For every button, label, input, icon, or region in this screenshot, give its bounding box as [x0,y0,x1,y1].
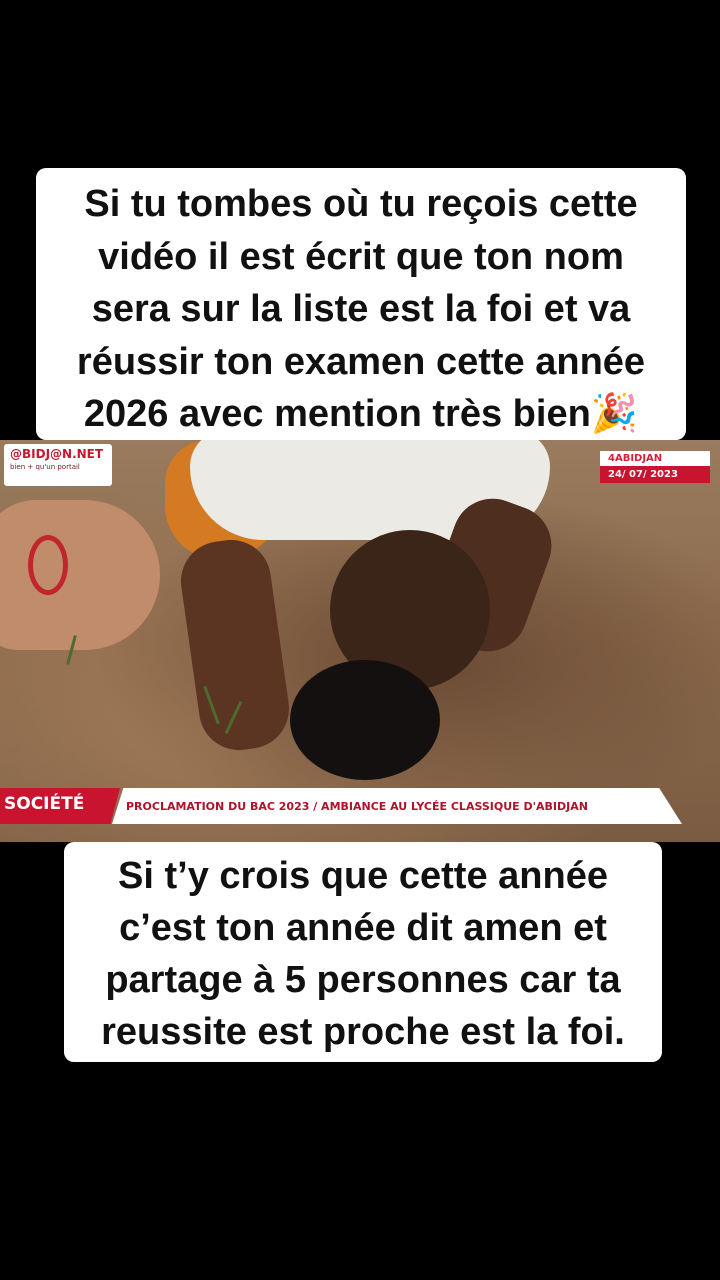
bracelet [28,535,68,595]
hair [290,660,440,780]
caption-line: reussite est proche est la foi. [101,1011,625,1053]
ticker-headline: PROCLAMATION DU BAC 2023 / AMBIANCE AU L… [112,788,682,824]
caption-line: sera sur la liste est la foi et va [91,288,631,330]
top-caption: Si tu tombes où tu reçois cette vidéo il… [36,168,686,440]
ticker-category: SOCIÉTÉ [0,788,120,824]
logo-text: @BIDJ@N.NET [10,447,104,461]
location-badge: 4ABIDJAN 24/ 07/ 2023 [600,451,710,483]
caption-line: réussir ton examen cette année [76,340,646,383]
news-ticker: PROCLAMATION DU BAC 2023 / AMBIANCE AU L… [0,788,720,824]
video-frame[interactable]: @BIDJ@N.NET bien + qu'un portail 4ABIDJA… [0,440,720,842]
channel-logo: @BIDJ@N.NET bien + qu'un portail [4,444,112,486]
caption-line: Si t’y crois que cette année [118,855,608,897]
caption-line: Si tu tombes où tu reçois cette [84,183,638,225]
arm [175,534,295,756]
hand [0,500,160,650]
logo-tagline: bien + qu'un portail [10,463,80,471]
bottom-caption: Si t’y crois que cette année c’est ton a… [64,842,662,1062]
caption-line: c’est ton année dit amen et [119,907,607,949]
location-date: 24/ 07/ 2023 [600,466,710,483]
caption-line: 2026 avec mention très bien🎉 [83,393,639,435]
caption-line: vidéo il est écrit que ton nom [98,235,624,278]
caption-line: partage à 5 personnes car ta [105,959,621,1001]
location-city: 4ABIDJAN [600,451,710,466]
